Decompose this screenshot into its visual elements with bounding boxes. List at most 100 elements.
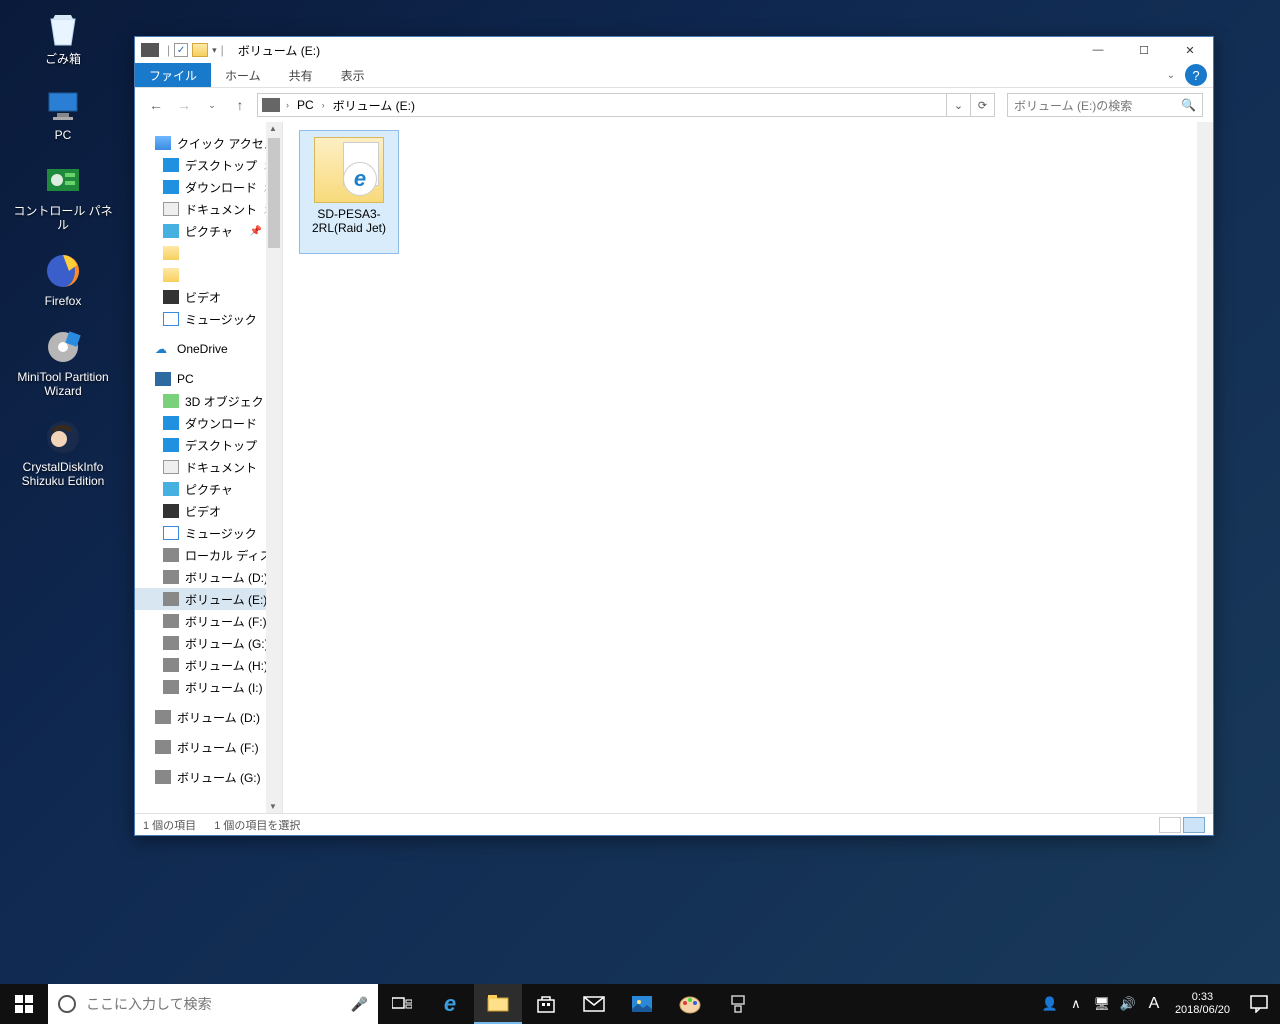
desktop-icon-recycle-bin[interactable]: ごみ箱 <box>8 8 118 66</box>
view-icons-button[interactable] <box>1183 817 1205 833</box>
tree-onedrive[interactable]: ☁OneDrive <box>135 338 282 360</box>
tree-volume-h[interactable]: ボリューム (H:) <box>135 654 282 676</box>
system-tray: 👤 ∧ 🖥 🔊 A 0:33 2018/06/20 <box>1037 984 1280 1024</box>
desktop-icon-minitool[interactable]: MiniTool Partition Wizard <box>8 326 118 398</box>
breadcrumb-pc[interactable]: PC <box>293 98 318 112</box>
pictures-icon <box>163 224 179 238</box>
drive-icon <box>141 43 159 57</box>
maximize-button[interactable]: ☐ <box>1121 37 1167 63</box>
start-button[interactable] <box>0 984 48 1024</box>
minitool-icon <box>42 326 84 368</box>
desktop-icon-firefox[interactable]: Firefox <box>8 250 118 308</box>
tab-home[interactable]: ホーム <box>211 63 275 87</box>
tree-quick-access[interactable]: クイック アクセス <box>135 132 282 154</box>
breadcrumb-caret[interactable]: › <box>284 100 291 110</box>
tree-volume-i[interactable]: ボリューム (I:) <box>135 676 282 698</box>
tree-volume-e[interactable]: ボリューム (E:) <box>135 588 282 610</box>
recent-locations-button[interactable]: ⌄ <box>201 94 223 116</box>
addressbar-dropdown[interactable]: ⌄ <box>946 94 970 116</box>
tree-volume-d2[interactable]: ボリューム (D:) <box>135 706 282 728</box>
taskbar-app-mail[interactable] <box>570 984 618 1024</box>
tree-pc[interactable]: PC <box>135 368 282 390</box>
tree-videos[interactable]: ビデオ <box>135 500 282 522</box>
documents-icon <box>163 460 179 474</box>
taskbar-app-edge[interactable]: e <box>426 984 474 1024</box>
view-details-button[interactable] <box>1159 817 1181 833</box>
taskbar-app-settings[interactable] <box>714 984 762 1024</box>
videos-icon <box>163 290 179 304</box>
explorer-window: | ✓ ▾ | ボリューム (E:) — ☐ ✕ ファイル ホーム 共有 表示 … <box>134 36 1214 836</box>
tree-documents[interactable]: ドキュメント <box>135 456 282 478</box>
qat-newfolder-icon[interactable] <box>192 43 208 57</box>
desktop-icon <box>163 438 179 452</box>
tree-volume-g2[interactable]: ボリューム (G:) <box>135 766 282 788</box>
up-button[interactable]: ↑ <box>229 94 251 116</box>
tray-network-icon[interactable]: 🖥 <box>1089 984 1115 1024</box>
desktop-icon-crystaldiskinfo[interactable]: CrystalDiskInfo Shizuku Edition <box>8 416 118 488</box>
status-bar: 1 個の項目 1 個の項目を選択 <box>135 813 1213 835</box>
close-button[interactable]: ✕ <box>1167 37 1213 63</box>
desktop-icon-label: コントロール パネル <box>8 204 118 232</box>
titlebar[interactable]: | ✓ ▾ | ボリューム (E:) — ☐ ✕ <box>135 37 1213 63</box>
content-scrollbar[interactable] <box>1197 122 1213 813</box>
qat-properties-icon[interactable]: ✓ <box>174 43 188 57</box>
taskbar-app-photos[interactable] <box>618 984 666 1024</box>
task-view-button[interactable] <box>378 984 426 1024</box>
tree-3d-objects[interactable]: 3D オブジェクト <box>135 390 282 412</box>
desktop-icon-control-panel[interactable]: コントロール パネル <box>8 160 118 232</box>
tree-local-disk-c[interactable]: ローカル ディスク (C:) <box>135 544 282 566</box>
refresh-button[interactable]: ⟳ <box>970 94 994 116</box>
tree-volume-f2[interactable]: ボリューム (F:) <box>135 736 282 758</box>
taskbar-app-store[interactable] <box>522 984 570 1024</box>
tree-desktop[interactable]: デスクトップ📌 <box>135 154 282 176</box>
tree-documents[interactable]: ドキュメント📌 <box>135 198 282 220</box>
file-item-folder[interactable]: pdf e SD-PESA3-2RL(Raid Jet) <box>299 130 399 254</box>
desktop-icon-label: PC <box>55 128 72 142</box>
tab-view[interactable]: 表示 <box>327 63 379 87</box>
desktop-icon-pc[interactable]: PC <box>8 84 118 142</box>
tray-clock[interactable]: 0:33 2018/06/20 <box>1167 984 1238 1024</box>
tree-volume-d[interactable]: ボリューム (D:) <box>135 566 282 588</box>
tree-pictures[interactable]: ピクチャ📌 <box>135 220 282 242</box>
desktop-icon-label: CrystalDiskInfo Shizuku Edition <box>8 460 118 488</box>
help-button[interactable]: ? <box>1185 64 1207 86</box>
tray-people-icon[interactable]: 👤 <box>1037 984 1063 1024</box>
tree-folder[interactable] <box>135 264 282 286</box>
drive-icon <box>163 636 179 650</box>
breadcrumb-volume[interactable]: ボリューム (E:) <box>329 97 419 114</box>
breadcrumb-caret[interactable]: › <box>320 100 327 110</box>
address-bar[interactable]: › PC › ボリューム (E:) ⌄ ⟳ <box>257 93 995 117</box>
mic-icon[interactable]: 🎤 <box>351 996 368 1013</box>
tree-volume-f[interactable]: ボリューム (F:) <box>135 610 282 632</box>
tree-volume-g[interactable]: ボリューム (G:) <box>135 632 282 654</box>
taskbar-app-paint[interactable] <box>666 984 714 1024</box>
tree-folder[interactable] <box>135 242 282 264</box>
tree-desktop[interactable]: デスクトップ <box>135 434 282 456</box>
tree-downloads[interactable]: ダウンロード <box>135 412 282 434</box>
scrollbar-thumb[interactable] <box>268 138 280 248</box>
taskbar-search[interactable]: 🎤 <box>48 984 378 1024</box>
navigation-pane[interactable]: クイック アクセス デスクトップ📌 ダウンロード📌 ドキュメント📌 ピクチャ📌 … <box>135 122 283 813</box>
search-box[interactable]: ボリューム (E:)の検索 🔍 <box>1007 93 1203 117</box>
back-button[interactable]: ← <box>145 94 167 116</box>
tray-volume-icon[interactable]: 🔊 <box>1115 984 1141 1024</box>
tree-downloads[interactable]: ダウンロード📌 <box>135 176 282 198</box>
tab-share[interactable]: 共有 <box>275 63 327 87</box>
navpane-scrollbar[interactable] <box>266 122 282 813</box>
taskbar: 🎤 e 👤 ∧ 🖥 🔊 A 0:33 2018/06/20 <box>0 984 1280 1024</box>
tab-file[interactable]: ファイル <box>135 63 211 87</box>
tree-pictures[interactable]: ピクチャ <box>135 478 282 500</box>
tree-videos[interactable]: ビデオ <box>135 286 282 308</box>
ribbon-expand-button[interactable]: ⌄ <box>1157 63 1185 87</box>
tray-overflow-icon[interactable]: ∧ <box>1063 984 1089 1024</box>
taskbar-app-explorer[interactable] <box>474 984 522 1024</box>
tree-music[interactable]: ミュージック <box>135 522 282 544</box>
minimize-button[interactable]: — <box>1075 37 1121 63</box>
tree-music[interactable]: ミュージック <box>135 308 282 330</box>
taskbar-search-input[interactable] <box>86 996 341 1012</box>
qat-customize-icon[interactable]: ▾ <box>212 45 217 56</box>
content-pane[interactable]: pdf e SD-PESA3-2RL(Raid Jet) <box>283 122 1213 813</box>
forward-button[interactable]: → <box>173 94 195 116</box>
tray-ime-icon[interactable]: A <box>1141 984 1167 1024</box>
action-center-button[interactable] <box>1238 995 1280 1013</box>
